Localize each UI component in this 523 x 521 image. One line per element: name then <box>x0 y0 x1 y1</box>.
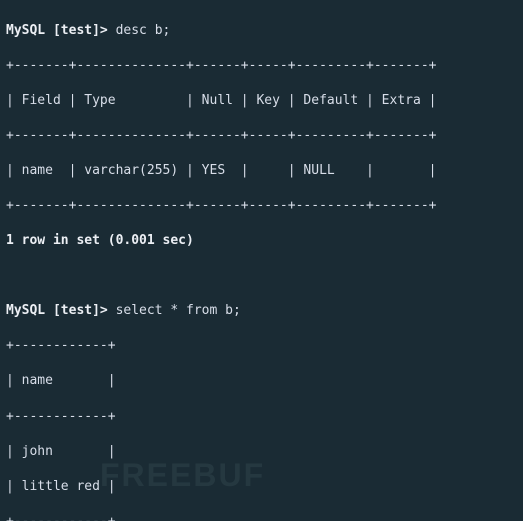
prompt: MySQL [test]> <box>6 303 116 318</box>
table-row: | name | varchar(255) | YES | | NULL | | <box>6 162 517 180</box>
prompt: MySQL [test]> <box>6 23 116 38</box>
result-summary: 1 row in set (0.001 sec) <box>6 232 517 250</box>
cmd-desc: desc b; <box>116 23 171 38</box>
table-border: +------------+ <box>6 337 517 355</box>
table-border: +-------+--------------+------+-----+---… <box>6 57 517 75</box>
table-header: | name | <box>6 372 517 390</box>
cmd-select1: select * from b; <box>116 303 241 318</box>
terminal-output: MySQL [test]> desc b; +-------+---------… <box>0 0 523 521</box>
table-header: | Field | Type | Null | Key | Default | … <box>6 92 517 110</box>
table-row: | john | <box>6 443 517 461</box>
table-border: +------------+ <box>6 408 517 426</box>
table-border: +-------+--------------+------+-----+---… <box>6 127 517 145</box>
table-border: +-------+--------------+------+-----+---… <box>6 197 517 215</box>
table-border: +------------+ <box>6 513 517 521</box>
table-row: | little red | <box>6 478 517 496</box>
